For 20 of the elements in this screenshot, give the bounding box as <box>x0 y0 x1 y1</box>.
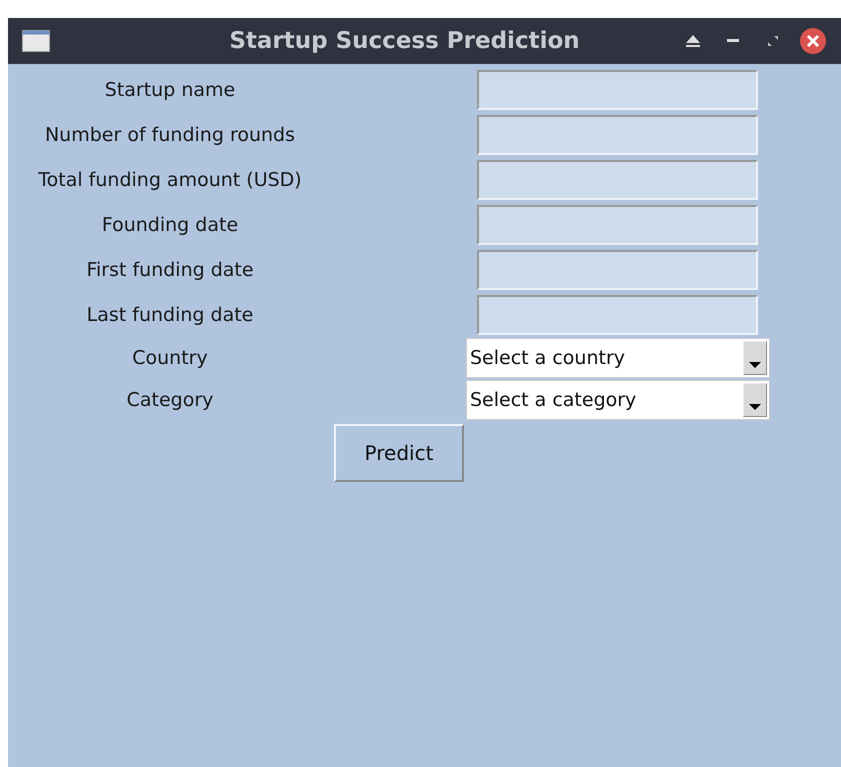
text-field[interactable] <box>477 204 758 244</box>
dropdown[interactable]: Select a country <box>466 338 770 378</box>
dropdown[interactable]: Select a category <box>466 380 770 420</box>
window-icon <box>22 30 50 52</box>
text-field[interactable] <box>477 294 758 334</box>
predict-button[interactable]: Predict <box>334 424 464 482</box>
field-label: Last funding date <box>86 304 254 326</box>
field-label: Total funding amount (USD) <box>38 168 302 190</box>
close-icon[interactable] <box>799 27 827 55</box>
field-label: Category <box>126 389 214 411</box>
field-label: Number of funding rounds <box>44 124 296 146</box>
field-label: Startup name <box>104 78 236 100</box>
field-label: Founding date <box>102 214 238 236</box>
window-title: Startup Success Prediction <box>228 28 581 54</box>
field-label: First funding date <box>86 258 254 280</box>
text-field[interactable] <box>477 114 758 154</box>
field-label: Country <box>132 347 208 369</box>
text-field[interactable] <box>477 250 758 290</box>
text-field[interactable] <box>477 70 758 110</box>
text-field[interactable] <box>477 160 758 200</box>
